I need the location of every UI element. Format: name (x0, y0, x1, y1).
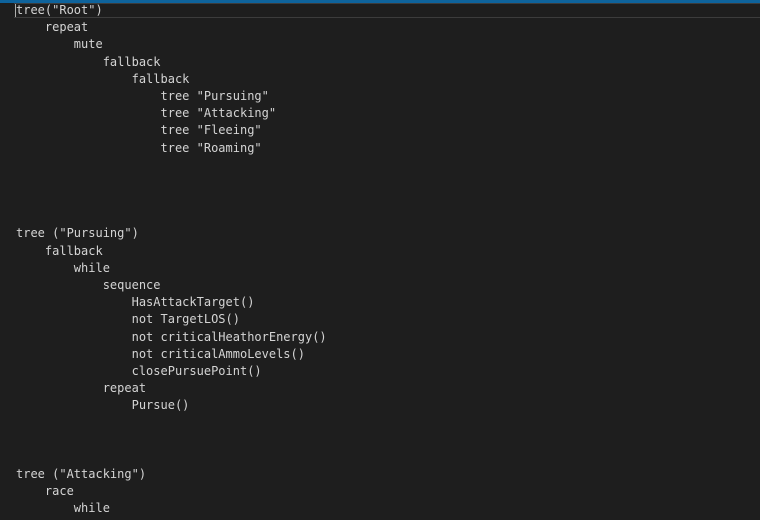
code-line[interactable]: while (16, 500, 327, 517)
code-line[interactable] (16, 191, 327, 208)
code-line[interactable]: mute (16, 36, 327, 53)
code-line[interactable]: tree("Root") (16, 2, 327, 19)
code-line[interactable]: tree "Fleeing" (16, 122, 327, 139)
code-line[interactable]: fallback (16, 71, 327, 88)
code-line[interactable]: HasAttackTarget() (16, 294, 327, 311)
code-line[interactable]: sequence (16, 277, 327, 294)
code-editor[interactable]: tree("Root") repeat mute fallback fallba… (0, 0, 760, 520)
code-line[interactable]: fallback (16, 54, 327, 71)
code-line[interactable]: not criticalHeathorEnergy() (16, 329, 327, 346)
code-line[interactable]: tree "Roaming" (16, 140, 327, 157)
code-line[interactable]: tree "Attacking" (16, 105, 327, 122)
code-line[interactable]: Pursue() (16, 397, 327, 414)
code-content[interactable]: tree("Root") repeat mute fallback fallba… (16, 2, 327, 518)
code-line[interactable]: tree ("Attacking") (16, 466, 327, 483)
code-line[interactable]: tree ("Pursuing") (16, 225, 327, 242)
code-line[interactable] (16, 449, 327, 466)
code-line[interactable]: while (16, 260, 327, 277)
code-line[interactable]: race (16, 483, 327, 500)
code-line[interactable] (16, 432, 327, 449)
code-line[interactable]: repeat (16, 19, 327, 36)
code-line[interactable]: not criticalAmmoLevels() (16, 346, 327, 363)
code-line[interactable]: repeat (16, 380, 327, 397)
code-line[interactable] (16, 415, 327, 432)
code-line[interactable]: not TargetLOS() (16, 311, 327, 328)
code-line[interactable]: tree "Pursuing" (16, 88, 327, 105)
code-line[interactable] (16, 208, 327, 225)
code-line[interactable]: closePursuePoint() (16, 363, 327, 380)
code-line[interactable]: fallback (16, 243, 327, 260)
code-line[interactable] (16, 157, 327, 174)
code-line[interactable] (16, 174, 327, 191)
